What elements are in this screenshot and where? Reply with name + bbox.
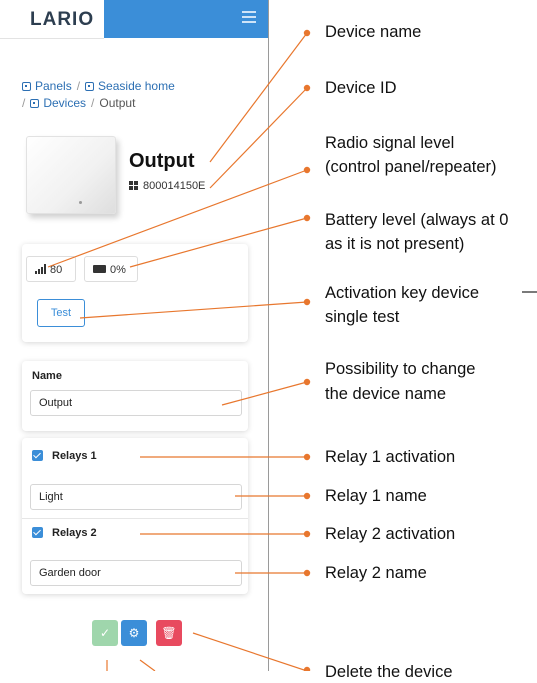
leader-battery	[129, 217, 308, 268]
callout-leader-lines	[47, 29, 537, 671]
callout-radio-2: (control panel/repeater)	[325, 158, 497, 176]
callout-test-1: Activation key device	[325, 284, 480, 302]
callout-rename-2: the device name	[325, 385, 447, 403]
leader-test	[79, 301, 308, 319]
leader-device-id	[209, 87, 308, 189]
callout-rename-1: Possibility to change	[325, 360, 476, 378]
callout-relay1-activation: Relay 1 activation	[325, 448, 456, 466]
leader-settings	[139, 659, 156, 671]
leader-delete	[192, 632, 308, 671]
callout-battery-2: as it is not present)	[325, 235, 465, 253]
callout-delete: Delete the device	[325, 663, 453, 681]
callout-radio-1: Radio signal level	[325, 134, 455, 152]
callout-relay1-name: Relay 1 name	[325, 487, 427, 505]
leader-device-name	[209, 32, 308, 163]
callout-test-2: single test	[325, 308, 400, 326]
callout-relay2-activation: Relay 2 activation	[325, 525, 456, 543]
leader-rename	[221, 381, 308, 406]
callout-battery-1: Battery level (always at 0	[325, 211, 509, 229]
leader-signal	[47, 169, 308, 268]
callout-device-id: Device ID	[325, 79, 397, 97]
callout-relay2-name: Relay 2 name	[325, 564, 427, 582]
callout-device-name: Device name	[325, 23, 422, 41]
